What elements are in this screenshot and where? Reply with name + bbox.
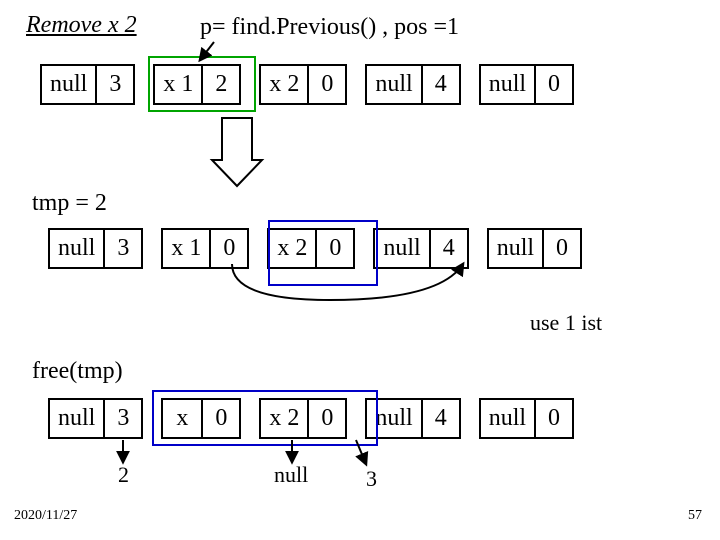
free-tmp-label: free(tmp) <box>32 358 123 385</box>
slide-title: Remove x 2 <box>26 12 137 39</box>
node-next: 3 <box>103 230 141 267</box>
node-data: x 2 <box>261 66 307 103</box>
node-data: x 1 <box>163 230 209 267</box>
list-node: null 4 <box>373 228 468 269</box>
node-data: null <box>50 400 103 437</box>
node-next: 4 <box>421 400 459 437</box>
node-next: 0 <box>534 400 572 437</box>
p-pointer-box <box>148 56 256 112</box>
footer-date: 2020/11/27 <box>14 508 77 524</box>
list-node: null 3 <box>48 228 143 269</box>
list-node: x 1 0 <box>161 228 249 269</box>
list-node: null 0 <box>479 64 574 105</box>
free-tmp-box <box>152 390 378 446</box>
node-next: 0 <box>534 66 572 103</box>
node-data: null <box>481 66 534 103</box>
node-next: 3 <box>103 400 141 437</box>
node-data: null <box>367 66 420 103</box>
node-next: 3 <box>95 66 133 103</box>
tmp-pointer-box <box>268 220 378 286</box>
list-node: null 0 <box>487 228 582 269</box>
updated-value: 2 <box>118 462 129 488</box>
node-data: null <box>42 66 95 103</box>
list-node: null 4 <box>365 398 460 439</box>
list-node: null 0 <box>479 398 574 439</box>
tmp-label: tmp = 2 <box>32 190 107 217</box>
linked-list-row-1: null 3 x 1 2 x 2 0 null 4 null 0 <box>40 64 574 105</box>
list-node: x 2 0 <box>259 64 347 105</box>
node-next: 0 <box>307 66 345 103</box>
node-next: 0 <box>209 230 247 267</box>
use-list-label: use 1 ist <box>530 310 602 336</box>
node-data: null <box>481 400 534 437</box>
node-data: null <box>50 230 103 267</box>
updated-value: 3 <box>366 466 377 492</box>
updated-value: null <box>274 462 308 488</box>
node-next: 0 <box>542 230 580 267</box>
list-node: null 3 <box>40 64 135 105</box>
node-data: null <box>489 230 542 267</box>
node-next: 4 <box>421 66 459 103</box>
node-data: null <box>375 230 428 267</box>
list-node: null 4 <box>365 64 460 105</box>
node-next: 4 <box>429 230 467 267</box>
page-number: 57 <box>688 508 702 524</box>
p-expression: p= find.Previous() , pos =1 <box>200 14 459 41</box>
list-node: null 3 <box>48 398 143 439</box>
